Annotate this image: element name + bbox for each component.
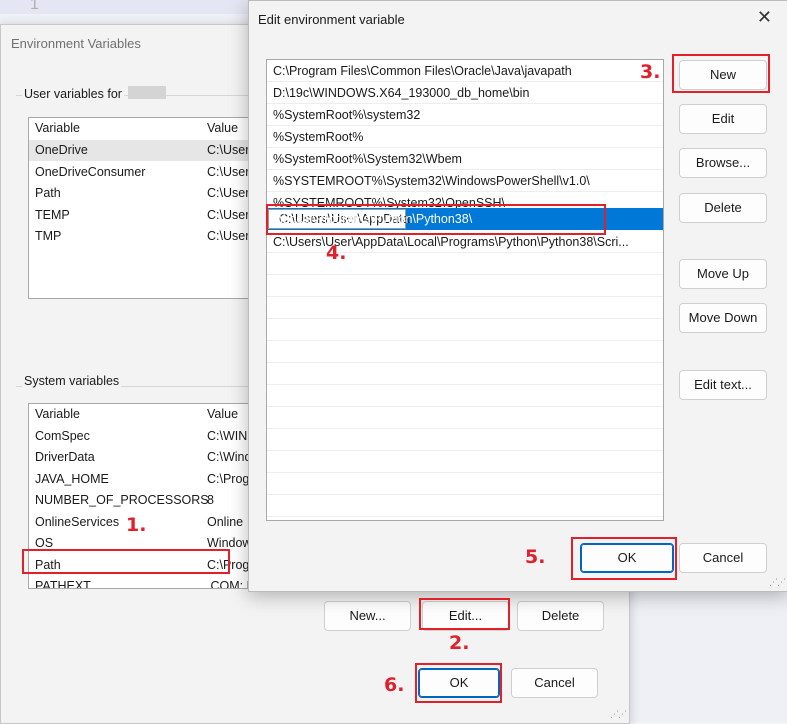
empty-row (267, 297, 663, 319)
variable-name: OnlineServices (35, 515, 120, 529)
step-label-2: 2. (449, 632, 470, 654)
variable-name: NUMBER_OF_PROCESSORS (35, 493, 209, 507)
variable-name: JAVA_HOME (35, 472, 109, 486)
path-text: %SystemRoot% (273, 130, 364, 144)
edit-text-button[interactable]: Edit text... (679, 370, 767, 400)
variable-name: OneDrive (35, 143, 88, 157)
variable-value: C:\Wind (207, 450, 252, 464)
empty-row (267, 275, 663, 297)
header-variable[interactable]: Variable (35, 404, 80, 425)
variable-value: C:\User (207, 186, 250, 200)
step-label-4: 4. (326, 242, 347, 264)
step-label-6: 6. (384, 674, 405, 696)
user-variables-label: User variables for (22, 87, 124, 101)
system-variables-label: System variables (22, 374, 122, 388)
path-text: %SystemRoot%\system32 (273, 108, 421, 122)
list-item[interactable]: OneDrive C:\User (29, 140, 259, 161)
variable-name: Path (35, 186, 61, 200)
variable-value: C:\User (207, 143, 250, 157)
resize-grip-icon[interactable]: ⋰⋰ (769, 577, 786, 588)
path-text: %SystemRoot%\System32\Wbem (273, 152, 462, 166)
redacted-username (128, 86, 166, 99)
variable-name: ComSpec (35, 429, 90, 443)
header-variable[interactable]: Variable (35, 118, 80, 139)
highlight-edit-button (419, 598, 510, 630)
user-variables-list[interactable]: Variable Value OneDrive C:\User OneDrive… (28, 117, 260, 299)
delete-path-button[interactable]: Delete (679, 193, 767, 223)
header-value[interactable]: Value (207, 404, 238, 425)
highlight-path-row (22, 549, 230, 574)
variable-value: C:\WIN (207, 429, 248, 443)
empty-row (267, 341, 663, 363)
path-text: D:\19c\WINDOWS.X64_193000_db_home\bin (273, 86, 530, 100)
variable-name: DriverData (35, 450, 95, 464)
list-item[interactable]: %SystemRoot%\system32 (267, 104, 663, 126)
empty-row (267, 385, 663, 407)
variable-value: C:\User (207, 229, 250, 243)
list-item[interactable]: %SYSTEMROOT%\System32\WindowsPowerShell\… (267, 170, 663, 192)
path-entries-list[interactable]: C:\Program Files\Common Files\Oracle\Jav… (266, 59, 664, 521)
close-icon[interactable]: ✕ (757, 7, 772, 28)
header-value[interactable]: Value (207, 118, 238, 139)
empty-row (267, 319, 663, 341)
system-new-button[interactable]: New... (324, 601, 411, 631)
list-item[interactable]: %SystemRoot% (267, 126, 663, 148)
variable-value: C:\User (207, 165, 250, 179)
variable-name: PATHEXT (35, 579, 91, 589)
list-item[interactable]: C:\Program Files\Common Files\Oracle\Jav… (267, 60, 663, 82)
variable-value: 8 (207, 493, 214, 507)
browse-button[interactable]: Browse... (679, 148, 767, 178)
highlight-edit-ok-button (571, 537, 677, 580)
variable-name: TEMP (35, 208, 70, 222)
path-text: C:\Program Files\Common Files\Oracle\Jav… (273, 64, 572, 78)
variable-name: TMP (35, 229, 62, 243)
empty-row (267, 363, 663, 385)
system-delete-button[interactable]: Delete (517, 601, 604, 631)
highlight-env-ok-button (415, 663, 502, 703)
path-text: %SYSTEMROOT%\System32\WindowsPowerShell\… (273, 174, 590, 188)
step-label-3: 3. (640, 61, 661, 83)
edit-path-button[interactable]: Edit (679, 104, 767, 134)
variable-value: C:\Prog (207, 472, 250, 486)
step-label-5: 5. (525, 546, 546, 568)
list-item[interactable]: D:\19c\WINDOWS.X64_193000_db_home\bin (267, 82, 663, 104)
highlight-new-button (672, 54, 770, 93)
edit-cancel-button[interactable]: Cancel (679, 543, 767, 573)
list-item[interactable]: %SystemRoot%\System32\Wbem (267, 148, 663, 170)
highlight-new-path-entry (266, 204, 606, 235)
empty-row (267, 429, 663, 451)
resize-grip-icon[interactable]: ⋰⋰ (610, 709, 627, 720)
empty-row (267, 495, 663, 517)
move-down-button[interactable]: Move Down (679, 303, 767, 333)
line-number: 1 (30, 0, 39, 13)
empty-row (267, 407, 663, 429)
variable-value: Online (207, 515, 244, 529)
variable-value: C:\User (207, 208, 250, 222)
step-label-1: 1. (126, 514, 147, 536)
dialog-title: Edit environment variable (258, 12, 405, 27)
env-cancel-button[interactable]: Cancel (511, 668, 598, 698)
move-up-button[interactable]: Move Up (679, 259, 767, 289)
empty-row (267, 451, 663, 473)
dialog-title: Environment Variables (11, 36, 141, 51)
empty-row (267, 473, 663, 495)
variable-name: OneDriveConsumer (35, 165, 146, 179)
